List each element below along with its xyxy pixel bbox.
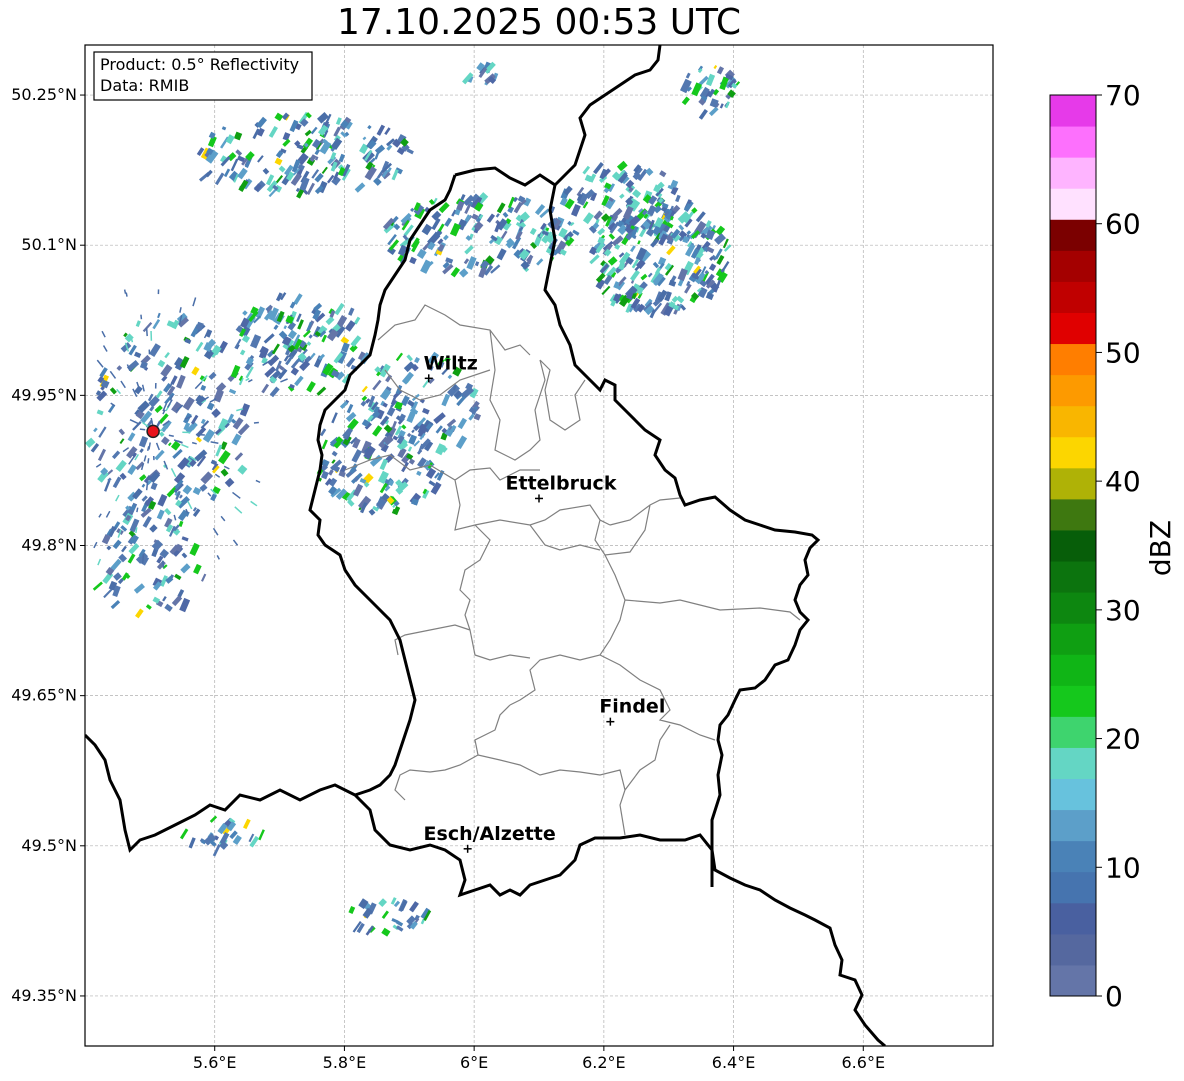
echo-cell [148,349,151,355]
radar-site-marker [146,424,160,439]
echo-cell [49,468,58,473]
lat-tick-label: 49.8°N [21,536,77,555]
echo-cell [53,496,59,501]
lat-tick-label: 49.95°N [11,385,77,404]
lat-tick-label: 49.65°N [11,686,77,705]
city-label: Findel [599,696,665,718]
lon-ticks: 5.6°E 5.8°E 6°E 6.2°E 6.4°E 6.6°E [193,1046,885,1072]
lat-tick-label: 50.25°N [11,85,77,104]
lon-tick-label: 5.8°E [323,1053,367,1072]
echo-cell [154,383,157,389]
info-product: Product: 0.5° Reflectivity [100,55,299,74]
lat-tick-label: 49.35°N [11,986,77,1005]
info-box: Product: 0.5° Reflectivity Data: RMIB [93,51,313,101]
echo-cell [54,328,61,335]
lon-tick-label: 6.4°E [712,1053,756,1072]
lon-tick-label: 6.6°E [842,1053,886,1072]
city-label: Esch/Alzette [424,823,556,845]
radar-map: WiltzEttelbruckFindelEsch/Alzette 5.6°E 5… [11,44,994,1072]
echo-cell [75,333,82,341]
radar-site-layer [146,424,160,439]
echo-cell [20,427,29,429]
echo-cell [48,518,53,523]
lon-tick-label: 6°E [460,1053,488,1072]
info-data-source: Data: RMIB [100,76,189,95]
city-label: Ettelbruck [506,472,617,494]
lon-tick-label: 6.2°E [582,1053,626,1072]
echo-cell [58,376,66,382]
city-label: Wiltz [424,352,478,374]
lat-ticks: 50.25°N 50.1°N 49.95°N 49.8°N 49.65°N 49.5°N 4… [11,85,85,1005]
echo-cell [152,455,155,461]
echo-cell [52,414,60,417]
echo-cell [157,289,160,295]
echo-cell [182,431,191,434]
echo-cell [37,460,44,463]
lon-tick-label: 5.6°E [193,1053,237,1072]
echo-cell [81,318,84,322]
echo-cell [39,473,46,477]
lat-tick-label: 50.1°N [21,235,77,254]
lat-tick-label: 49.5°N [21,836,77,855]
